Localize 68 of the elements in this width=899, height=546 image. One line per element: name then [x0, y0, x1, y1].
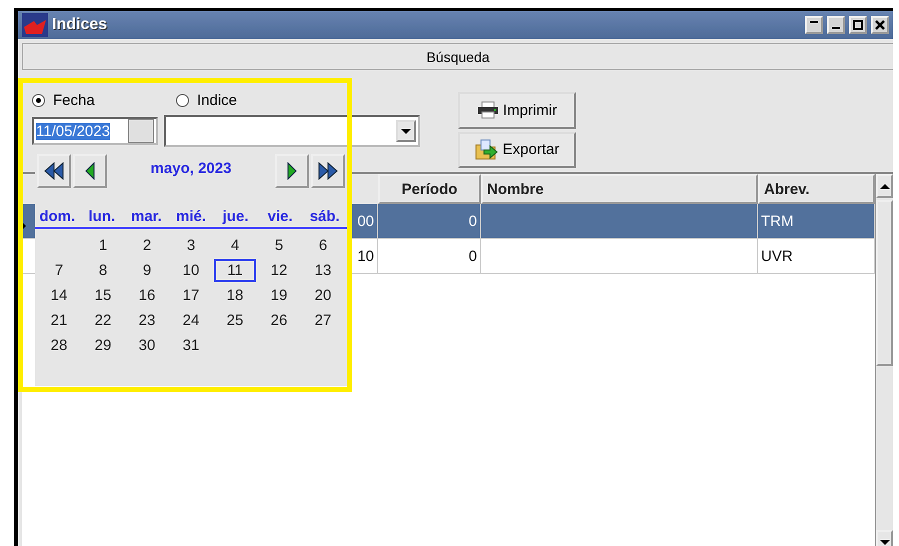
calendar-day[interactable]: 21 — [38, 309, 80, 332]
weekday-label: sáb. — [308, 208, 341, 225]
table-cell: 00 — [357, 212, 374, 230]
caret-down-icon — [401, 126, 411, 136]
radio-label[interactable]: Indice — [197, 92, 238, 109]
column-header[interactable]: Abrev. — [758, 174, 875, 204]
next-month-button[interactable] — [275, 154, 309, 188]
calendar-day[interactable]: 23 — [126, 309, 168, 332]
calendar-day[interactable]: 16 — [126, 284, 168, 307]
calendar-day[interactable]: 26 — [258, 309, 300, 332]
weekday-label: mié. — [174, 208, 207, 225]
calendar-day[interactable]: 20 — [302, 284, 344, 307]
maximize-button[interactable] — [849, 16, 867, 34]
right-arrow-icon — [286, 162, 298, 180]
calendar-day[interactable]: 28 — [38, 334, 80, 357]
calendar-day[interactable]: 14 — [38, 284, 80, 307]
close-icon — [875, 20, 885, 30]
maximize-icon — [853, 20, 863, 30]
calendar-day[interactable]: 25 — [214, 309, 256, 332]
calendar-day[interactable]: 18 — [214, 284, 256, 307]
calendar-day[interactable]: 27 — [302, 309, 344, 332]
weekday-label: jue. — [221, 208, 250, 225]
app-icon — [22, 13, 48, 37]
table-cell: TRM — [761, 212, 794, 230]
scroll-up-icon — [880, 181, 890, 191]
previous-year-button[interactable] — [37, 154, 71, 188]
radio-button[interactable] — [32, 94, 45, 107]
calendar-day[interactable]: 19 — [258, 284, 300, 307]
radio-label[interactable]: Fecha — [53, 92, 95, 109]
toolbar-button[interactable]: Exportar — [458, 132, 576, 168]
next-year-button[interactable] — [311, 154, 345, 188]
calendar-day[interactable]: 11 — [214, 259, 256, 282]
column-header[interactable]: Nombre — [481, 174, 758, 204]
date-field[interactable]: 11/05/2023 — [32, 117, 158, 145]
dropdown-field[interactable] — [164, 115, 420, 147]
calendar-day[interactable]: 17 — [170, 284, 212, 307]
calendar-day[interactable]: 15 — [82, 284, 124, 307]
vertical-scrollbar[interactable] — [875, 174, 893, 546]
weekday-label: vie. — [266, 208, 294, 225]
table-cell: UVR — [761, 248, 793, 264]
left-arrow-icon — [84, 162, 96, 180]
toolbar-button[interactable]: Imprimir — [458, 92, 576, 128]
folder-arrow-icon — [474, 138, 499, 161]
calendar-day[interactable]: 22 — [82, 309, 124, 332]
radio-button[interactable] — [176, 94, 189, 107]
weekday-label: mar. — [130, 208, 163, 225]
column-header[interactable]: Período — [378, 174, 481, 204]
weekday-label: lun. — [88, 208, 116, 225]
previous-month-button[interactable] — [73, 154, 107, 188]
minimize-button[interactable] — [827, 16, 845, 34]
section-header: Búsqueda — [22, 43, 893, 70]
printer-icon — [476, 101, 499, 120]
table-cell: 0 — [468, 212, 477, 230]
scroll-down-icon — [880, 537, 890, 546]
window-title: Indices — [52, 16, 108, 34]
close-button[interactable] — [871, 16, 889, 34]
calendar-day[interactable]: 24 — [170, 309, 212, 332]
month-label: mayo, 2023 — [150, 160, 232, 177]
table-cell: 0 — [468, 248, 477, 264]
double-right-arrow-icon — [317, 162, 339, 180]
table-cell: 10 — [357, 248, 374, 264]
calendar-day[interactable]: 31 — [170, 334, 212, 357]
minimize-icon — [832, 27, 840, 29]
double-left-arrow-icon — [43, 162, 65, 180]
calendar-day[interactable]: 29 — [82, 334, 124, 357]
restore-button[interactable] — [805, 16, 823, 34]
calendar-day[interactable]: 30 — [126, 334, 168, 357]
weekday-label: dom. — [38, 208, 76, 225]
